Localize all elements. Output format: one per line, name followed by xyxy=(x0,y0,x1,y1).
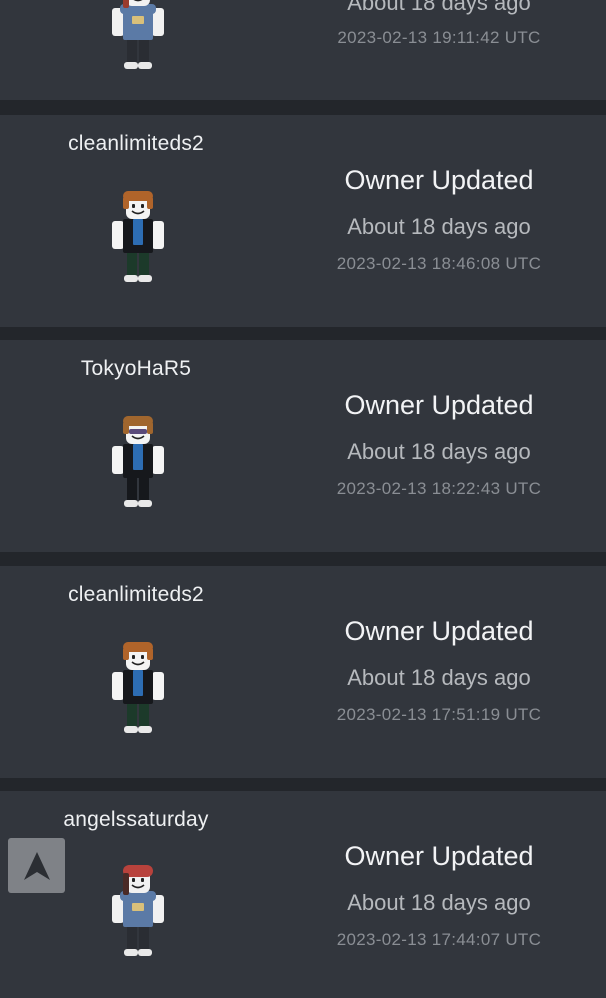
event-timestamp: 2023-02-13 18:46:08 UTC xyxy=(336,254,542,273)
event-title: Owner Updated xyxy=(344,165,534,195)
event-timestamp: 2023-02-13 19:11:42 UTC xyxy=(337,28,541,47)
owner-username[interactable]: angelssaturday xyxy=(36,808,236,832)
activity-card: TokyoHaR5 Owner Updated About 18 days ag… xyxy=(0,340,606,552)
event-relative-time: About 18 days ago xyxy=(347,890,531,915)
activity-card: cleanlimiteds2 Owner Updated About 18 da… xyxy=(0,566,606,778)
owner-username[interactable]: cleanlimiteds2 xyxy=(36,583,236,607)
event-timestamp: 2023-02-13 17:51:19 UTC xyxy=(336,705,542,724)
avatar[interactable] xyxy=(102,414,174,510)
event-relative-time: About 18 days ago xyxy=(347,0,531,15)
activity-feed: About 18 days ago 2023-02-13 19:11:42 UT… xyxy=(0,0,606,998)
avatar[interactable] xyxy=(102,863,174,959)
event-title: Owner Updated xyxy=(344,390,534,420)
event-timestamp: 2023-02-13 18:22:43 UTC xyxy=(336,479,542,498)
owner-username[interactable]: TokyoHaR5 xyxy=(36,357,236,381)
scroll-to-top-button[interactable] xyxy=(8,838,65,893)
owner-username[interactable]: cleanlimiteds2 xyxy=(36,132,236,156)
event-relative-time: About 18 days ago xyxy=(347,439,531,464)
event-relative-time: About 18 days ago xyxy=(347,665,531,690)
avatar[interactable] xyxy=(102,189,174,285)
activity-card: angelssaturday Owner Updated About 18 da… xyxy=(0,791,606,998)
event-title: Owner Updated xyxy=(344,616,534,646)
event-relative-time: About 18 days ago xyxy=(347,214,531,239)
event-title: Owner Updated xyxy=(344,841,534,871)
arrow-up-icon xyxy=(23,851,50,880)
avatar[interactable] xyxy=(102,640,174,736)
event-timestamp: 2023-02-13 17:44:07 UTC xyxy=(336,930,542,949)
avatar[interactable] xyxy=(102,0,174,72)
activity-card: About 18 days ago 2023-02-13 19:11:42 UT… xyxy=(0,0,606,100)
activity-card: cleanlimiteds2 Owner Updated About 18 da… xyxy=(0,115,606,327)
